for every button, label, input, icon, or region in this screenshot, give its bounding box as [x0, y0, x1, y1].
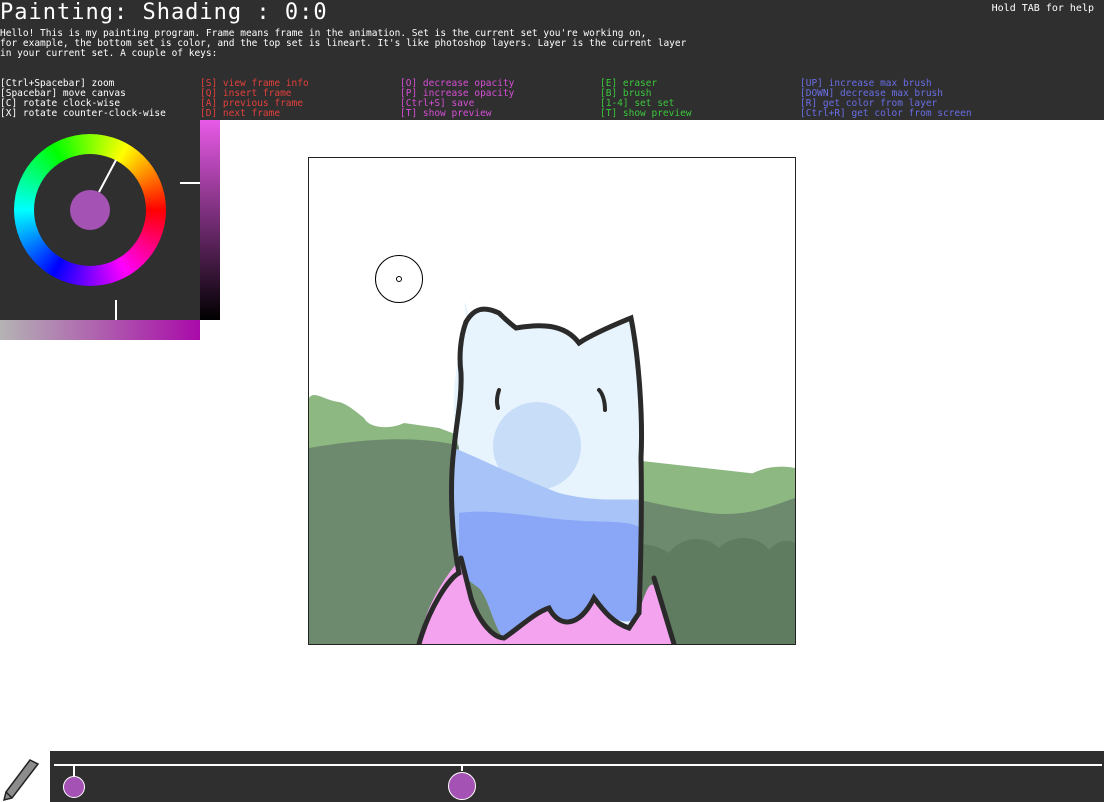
shortcut-column-tools: [E] eraser [B] brush [1-4] set set [T] s… — [600, 79, 692, 119]
intro-text: Hello! This is my painting program. Fram… — [0, 29, 800, 59]
drawing-canvas[interactable] — [308, 157, 796, 645]
timeline-track — [54, 764, 1102, 766]
shortcut-column-frames: [S] view frame info [Q] insert frame [A]… — [200, 79, 309, 119]
shortcut-item: [T] show preview — [600, 108, 692, 119]
shortcut-column-view: [Ctrl+Spacebar] zoom [Spacebar] move can… — [0, 79, 166, 119]
shortcut-column-opacity: [O] decrease opacity [P] increase opacit… — [400, 79, 514, 119]
pencil-icon[interactable] — [0, 756, 44, 802]
shortcut-item: [T] show preview — [400, 108, 492, 119]
frame-marker-stem — [73, 766, 75, 776]
color-picker-panel — [0, 120, 200, 320]
shortcut-column-brush: [UP] increase max brush [DOWN] decrease … — [800, 79, 972, 119]
brush-cursor-center — [396, 276, 402, 282]
frame-marker-stem — [461, 766, 463, 771]
shortcut-item: [X] rotate counter-clock-wise — [0, 108, 166, 119]
frame-marker[interactable] — [63, 776, 85, 798]
shortcut-item: [D] next frame — [200, 108, 281, 119]
help-hint: Hold TAB for help — [991, 3, 1094, 14]
hue-needle-icon[interactable] — [0, 120, 200, 320]
saturation-slider-handle[interactable] — [115, 300, 117, 320]
page-title: Painting: Shading : 0:0 — [0, 0, 328, 25]
frame-timeline[interactable] — [50, 751, 1104, 802]
top-info-bar: Painting: Shading : 0:0 Hold TAB for hel… — [0, 0, 1104, 120]
canvas-artwork — [309, 158, 795, 644]
current-frame-marker[interactable] — [448, 772, 476, 800]
saturation-slider[interactable] — [0, 320, 200, 340]
intro-line-3: in your current set. A couple of keys: — [0, 48, 218, 59]
shortcut-item: [Ctrl+R] get color from screen — [800, 108, 972, 119]
value-slider-handle[interactable] — [180, 182, 200, 184]
value-slider[interactable] — [200, 120, 220, 320]
